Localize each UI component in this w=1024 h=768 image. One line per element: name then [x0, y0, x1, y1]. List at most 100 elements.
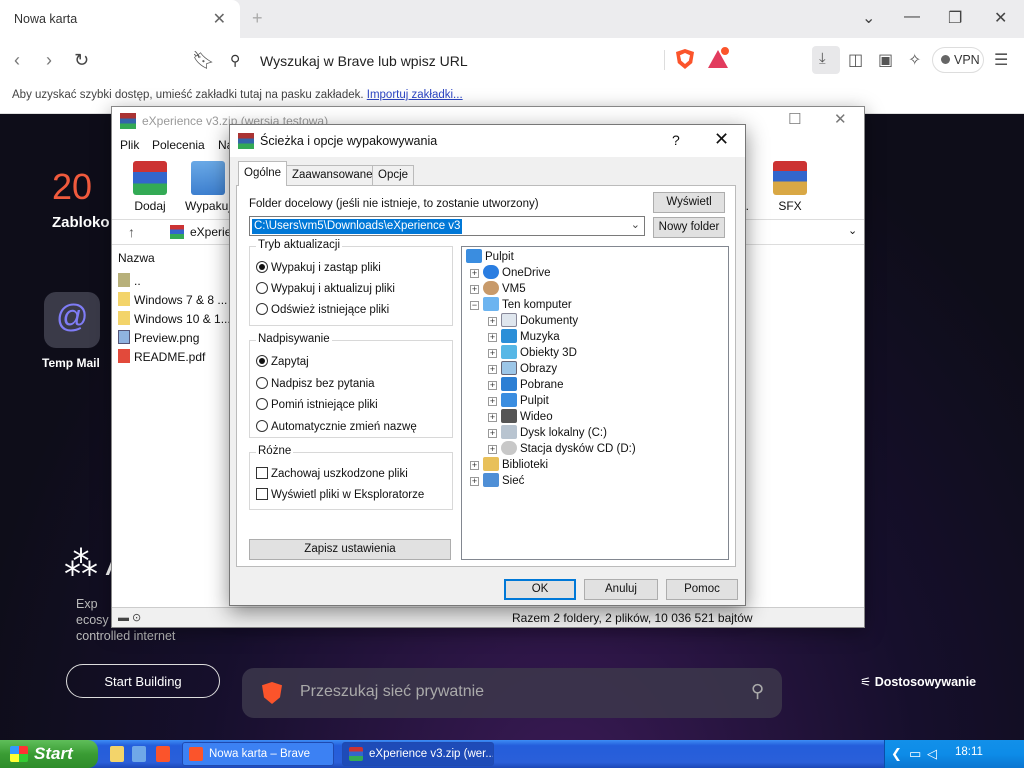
radio-extract-replace[interactable]: Wypakuj i zastąp pliki [256, 261, 381, 274]
quicklaunch-explorer-icon[interactable] [110, 746, 124, 762]
tree-node-cd-drive[interactable]: + Stacja dysków CD (D:) [488, 441, 636, 455]
help-button[interactable]: Pomoc [666, 579, 738, 600]
tree-node-desktop[interactable]: Pulpit [466, 249, 514, 263]
search-icon: ⚲ [230, 52, 241, 68]
save-settings-button[interactable]: Zapisz ustawienia [249, 539, 451, 560]
misc-group: Różne Zachowaj uszkodzone pliki Wyświetl… [249, 445, 453, 510]
bookmark-icon[interactable]: 🔖︎ [192, 50, 215, 71]
taskbar-item-winrar[interactable]: eXperience v3.zip (wer... [342, 742, 494, 766]
cancel-button[interactable]: Anuluj [584, 579, 658, 600]
menu-commands[interactable]: Polecenia [152, 138, 205, 152]
menu-file[interactable]: Plik [120, 138, 139, 152]
up-folder-icon[interactable]: ↑ [128, 224, 135, 240]
extract-dialog: Ścieżka i opcje wypakowywania ? ✕ Ogólne… [229, 124, 746, 606]
menu-icon[interactable]: ☰ [994, 50, 1008, 70]
tree-node-pictures[interactable]: + Obrazy [488, 361, 557, 375]
path-dropdown-icon[interactable]: ⌄ [848, 224, 857, 237]
tree-node-this-pc[interactable]: − Ten komputer [470, 297, 572, 311]
destination-path-field[interactable]: C:\Users\vm5\Downloads\eXperience v3 ⌄ [249, 216, 645, 236]
tree-node-videos[interactable]: + Wideo [488, 409, 553, 423]
close-icon[interactable]: ✕ [834, 110, 847, 128]
brave-shields-icon[interactable] [676, 49, 694, 69]
tree-node-onedrive[interactable]: + OneDrive [470, 265, 551, 279]
tree-node-desktop-2[interactable]: + Pulpit [488, 393, 549, 407]
radio-auto-rename[interactable]: Automatycznie zmień nazwę [256, 420, 417, 433]
close-window-icon[interactable]: ✕ [994, 8, 1007, 28]
private-search-box[interactable]: Przeszukaj sieć prywatnie ⚲ [242, 668, 782, 718]
restore-icon[interactable]: ❐ [948, 8, 962, 28]
leo-ai-icon[interactable]: ✧ [908, 50, 921, 70]
list-item[interactable]: Windows 10 & 1... [118, 311, 231, 326]
new-tab-icon[interactable]: + [252, 8, 263, 29]
tree-node-vm5[interactable]: + VM5 [470, 281, 526, 295]
checkbox-keep-broken[interactable]: Zachowaj uszkodzone pliki [256, 467, 408, 480]
wallet-icon[interactable]: ▣ [878, 50, 893, 70]
customize-button[interactable]: ⚟ Dostosowywanie [860, 674, 976, 689]
tree-node-documents[interactable]: + Dokumenty [488, 313, 578, 327]
pictures-icon [501, 361, 517, 375]
quicklaunch-folder-icon[interactable] [132, 746, 146, 762]
reload-icon[interactable]: ↻ [74, 50, 89, 71]
radio-refresh-existing[interactable]: Odśwież istniejące pliki [256, 303, 389, 316]
network-icon[interactable]: ▭ [909, 746, 921, 762]
maximize-icon[interactable]: ☐ [788, 110, 801, 128]
chevron-down-icon[interactable]: ⌄ [631, 218, 640, 231]
tree-node-music[interactable]: + Muzyka [488, 329, 560, 343]
checkbox-show-in-explorer[interactable]: Wyświetl pliki w Eksploratorze [256, 488, 424, 501]
show-button[interactable]: Wyświetl [653, 192, 725, 213]
radio-skip-existing[interactable]: Pomiń istniejące pliki [256, 398, 378, 411]
library-icon [483, 457, 499, 471]
toolbar-sfx[interactable]: SFX [768, 161, 812, 213]
volume-icon[interactable]: ◁ [927, 746, 937, 762]
downloads-button[interactable]: ⤓ [812, 46, 840, 74]
list-item[interactable]: README.pdf [118, 349, 205, 364]
radio-overwrite[interactable]: Nadpisz bez pytania [256, 377, 375, 390]
tab-general[interactable]: Ogólne [238, 161, 288, 186]
minimize-icon[interactable]: — [904, 8, 920, 26]
radio-extract-update[interactable]: Wypakuj i aktualizuj pliki [256, 282, 395, 295]
archive-icon [170, 225, 184, 239]
shortcut-temp-mail[interactable]: @ [44, 292, 100, 348]
ok-button[interactable]: OK [504, 579, 576, 600]
tree-node-local-disk[interactable]: + Dysk lokalny (C:) [488, 425, 607, 439]
close-tab-icon[interactable]: ✕ [213, 9, 226, 29]
path-input[interactable]: eXperie [190, 225, 231, 239]
list-item[interactable]: Windows 7 & 8 ... [118, 292, 227, 307]
tree-node-3d-objects[interactable]: + Obiekty 3D [488, 345, 577, 359]
quicklaunch-brave-icon[interactable] [156, 746, 170, 762]
help-icon[interactable]: ? [672, 132, 680, 148]
folder-tree[interactable]: Pulpit + OneDrive + VM5 − Ten komputer + Dok… [461, 246, 729, 560]
tab-strip: Nowa karta ✕ + ⌄ — ❐ ✕ [0, 0, 1024, 38]
video-icon [501, 409, 517, 423]
back-icon[interactable]: ‹ [14, 50, 20, 71]
tab-search-icon[interactable]: ⌄ [862, 8, 875, 28]
list-item[interactable]: .. [118, 273, 141, 288]
shortcut-label[interactable]: Temp Mail [42, 356, 100, 370]
list-item[interactable]: Preview.png [118, 330, 199, 345]
search-icon[interactable]: ⚲ [751, 681, 764, 702]
address-bar[interactable]: ⚲ Wyszukaj w Brave lub wpisz URL [220, 44, 744, 76]
toolbar-add[interactable]: Dodaj [128, 161, 172, 213]
tray-arrow-icon[interactable]: ❮ [891, 746, 902, 762]
column-name[interactable]: Nazwa [118, 251, 155, 265]
tree-node-libraries[interactable]: + Biblioteki [470, 457, 548, 471]
sidebar-icon[interactable]: ◫ [848, 50, 863, 70]
radio-ask[interactable]: Zapytaj [256, 355, 309, 368]
tree-node-downloads[interactable]: + Pobrane [488, 377, 563, 391]
vpn-button[interactable]: VPN [932, 47, 984, 73]
archive-add-icon [133, 161, 167, 195]
start-building-button[interactable]: Start Building [66, 664, 220, 698]
tab-new-tab[interactable]: Nowa karta ✕ [0, 0, 240, 38]
tab-advanced[interactable]: Zaawansowane [286, 165, 379, 185]
tab-options[interactable]: Opcje [372, 165, 415, 185]
tree-node-network[interactable]: + Sieć [470, 473, 524, 487]
close-icon[interactable]: ✕ [714, 129, 729, 150]
new-folder-button[interactable]: Nowy folder [653, 217, 725, 238]
forward-icon[interactable]: › [46, 50, 52, 71]
taskbar-item-brave[interactable]: Nowa karta – Brave [182, 742, 334, 766]
folder-icon [118, 311, 130, 325]
tab-title: Nowa karta [14, 12, 78, 26]
import-bookmarks-link[interactable]: Importuj zakładki... [367, 89, 463, 101]
toolbar-extract[interactable]: Wypakuj [184, 161, 232, 213]
start-button[interactable]: Start [0, 740, 98, 768]
